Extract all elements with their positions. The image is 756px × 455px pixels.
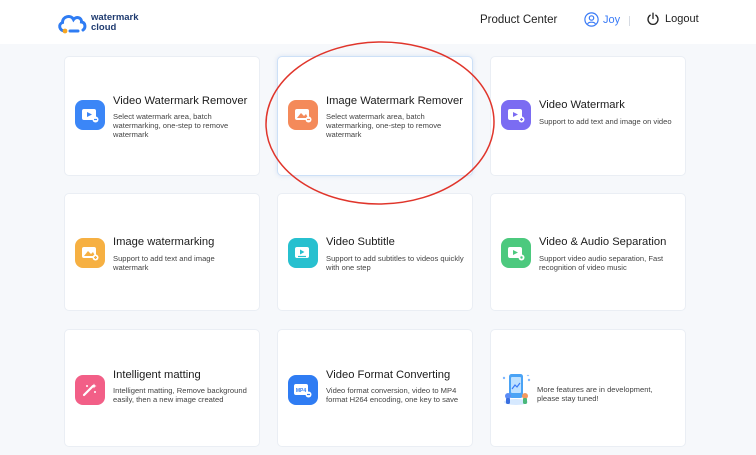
- product-center-link[interactable]: Product Center: [480, 14, 557, 26]
- card-image-watermark-remover[interactable]: Image Watermark Remover Select watermark…: [277, 56, 473, 176]
- card-title: Video Subtitle: [326, 236, 395, 248]
- card-title: Image watermarking: [113, 236, 215, 248]
- image-watermarking-icon: [75, 238, 105, 268]
- logout-button[interactable]: Logout: [646, 12, 699, 26]
- video-format-converting-icon: MP4: [288, 375, 318, 405]
- card-description: Support video audio separation, Fast rec…: [539, 254, 664, 272]
- cloud-logo-icon: [58, 15, 87, 34]
- image-watermark-remover-icon: [288, 100, 318, 130]
- card-title: Video Watermark: [539, 99, 625, 111]
- card-video-watermark-remover[interactable]: Video Watermark Remover Select watermark…: [64, 56, 260, 176]
- top-navigation-bar: watermark cloud Product Center Joy Logou…: [0, 0, 756, 44]
- card-title: Image Watermark Remover: [326, 95, 463, 107]
- svg-text:MP4: MP4: [296, 388, 307, 394]
- card-description: Support to add text and image on video: [539, 117, 672, 126]
- card-intelligent-matting[interactable]: Intelligent matting Intelligent matting,…: [64, 329, 260, 447]
- username: Joy: [603, 13, 621, 26]
- card-title: Intelligent matting: [113, 369, 201, 381]
- card-title: Video & Audio Separation: [539, 236, 667, 248]
- logo-text: watermark cloud: [91, 13, 139, 33]
- card-description: Support to add text and image watermark: [113, 254, 215, 272]
- card-more-features: More features are in development, please…: [490, 329, 686, 447]
- card-description: Intelligent matting, Remove background e…: [113, 386, 247, 404]
- more-features-text: More features are in development, please…: [537, 385, 653, 403]
- video-audio-separation-icon: [501, 238, 531, 268]
- card-description: Select watermark area, batch watermarkin…: [113, 112, 229, 139]
- logo-line-2: cloud: [91, 22, 117, 33]
- logout-label: Logout: [665, 13, 699, 25]
- logo[interactable]: watermark cloud: [56, 10, 139, 36]
- card-video-subtitle[interactable]: Video Subtitle Support to add subtitles …: [277, 193, 473, 311]
- card-description: Video format conversion, video to MP4 fo…: [326, 386, 459, 404]
- nav-divider: [629, 16, 630, 26]
- user-menu[interactable]: Joy: [584, 12, 620, 27]
- card-video-watermark[interactable]: Video Watermark Support to add text and …: [490, 56, 686, 176]
- card-video-audio-separation[interactable]: Video & Audio Separation Support video a…: [490, 193, 686, 311]
- card-description: Select watermark area, batch watermarkin…: [326, 112, 442, 139]
- card-title: Video Format Converting: [326, 369, 451, 381]
- card-video-format-converting[interactable]: MP4 Video Format Converting Video format…: [277, 329, 473, 447]
- video-watermark-remover-icon: [75, 100, 105, 130]
- card-description: Support to add subtitles to videos quick…: [326, 254, 464, 272]
- card-title: Video Watermark Remover: [113, 95, 248, 107]
- development-illustration-icon: [499, 372, 533, 408]
- card-image-watermarking[interactable]: Image watermarking Support to add text a…: [64, 193, 260, 311]
- video-subtitle-icon: [288, 238, 318, 268]
- intelligent-matting-icon: [75, 375, 105, 405]
- video-watermark-icon: [501, 100, 531, 130]
- user-avatar-icon: [584, 12, 599, 27]
- power-icon: [647, 12, 659, 25]
